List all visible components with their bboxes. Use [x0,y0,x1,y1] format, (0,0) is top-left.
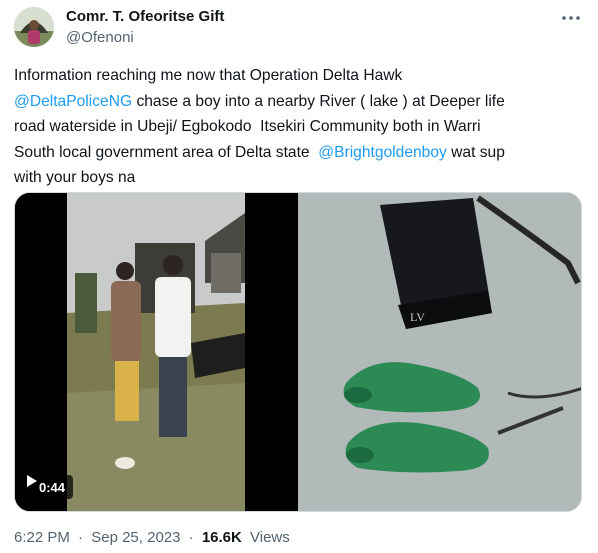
tweet-text-line: South local government area of Delta sta… [14,140,584,166]
tweet-text-line: Information reaching me now that Operati… [14,63,584,89]
tweet-text-segment: road waterside in Ubeji/ Egbokodo Itseki… [14,118,481,135]
video-duration-badge: 0:44 [27,475,74,499]
tweet-text-segment: with your boys na [14,169,136,186]
meta-separator: · [188,529,194,546]
timestamp-time[interactable]: 6:22 PM [14,529,70,546]
photo[interactable]: LV [298,193,581,511]
tweet: Comr. T. Ofeoritse Gift @Ofenoni Informa… [0,0,598,553]
views-label: Views [250,529,290,546]
video-player[interactable]: 0:44 [15,193,296,511]
tweet-text-line: road waterside in Ubeji/ Egbokodo Itseki… [14,114,584,140]
author-display-name[interactable]: Comr. T. Ofeoritse Gift [66,8,224,25]
avatar[interactable] [14,7,54,47]
tweet-text-line: @DeltaPoliceNG chase a boy into a nearby… [14,89,584,115]
tweet-meta: 6:22 PM · Sep 25, 2023 · 16.6K Views [14,529,290,546]
more-horizontal-icon [562,16,580,20]
author-handle[interactable]: @Ofenoni [66,29,134,46]
svg-text:LV: LV [410,310,425,324]
views-count: 16.6K [201,529,242,546]
meta-separator: · [78,529,84,546]
mention-link[interactable]: @DeltaPoliceNG [14,93,132,110]
tweet-text-segment: chase a boy into a nearby River ( lake )… [132,92,505,110]
timestamp-date[interactable]: Sep 25, 2023 [91,529,180,546]
media-grid: 0:44 LV [14,192,582,512]
tweet-text-segment: South local government area of Delta sta… [14,143,319,161]
tweet-text-line: with your boys na [14,165,584,191]
tweet-text-segment: wat sup [446,143,505,161]
video-duration: 0:44 [39,479,66,495]
tweet-text: Information reaching me now that Operati… [14,63,584,191]
mention-link[interactable]: @Brightgoldenboy [318,144,447,161]
more-options-button[interactable] [556,8,586,28]
tweet-text-segment: Information reaching me now that Operati… [14,67,403,84]
